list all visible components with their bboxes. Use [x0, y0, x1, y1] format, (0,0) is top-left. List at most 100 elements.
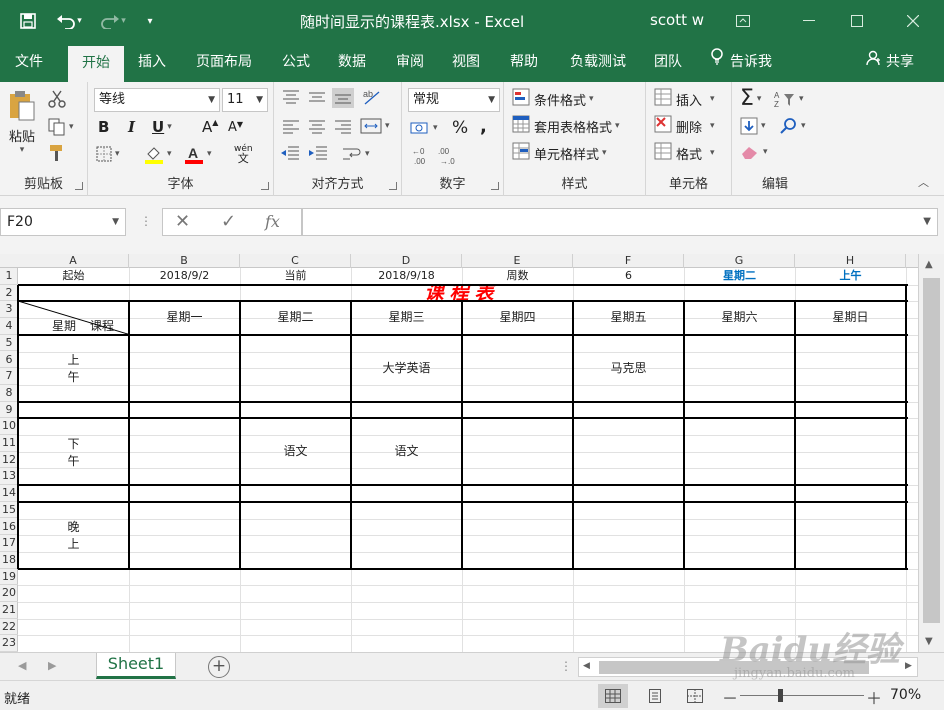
cell-styles-button[interactable]: 单元格样式 ▾	[512, 142, 607, 164]
weekday-header[interactable]: 星期二	[240, 301, 351, 334]
course-cell[interactable]	[795, 335, 906, 402]
schedule-title[interactable]: 课程表	[18, 285, 906, 302]
number-format-select[interactable]: 常规 ▼	[408, 88, 500, 112]
scroll-tabs-left-icon[interactable]: ◀	[18, 659, 26, 672]
scroll-left-icon[interactable]: ◀	[583, 661, 590, 671]
customize-quick-access-icon[interactable]: ▾	[142, 9, 158, 33]
format-cells-button[interactable]: 格式 ▾	[654, 142, 715, 164]
close-icon[interactable]	[898, 6, 928, 36]
column-header[interactable]: E	[462, 254, 573, 268]
row-header[interactable]: 14	[0, 485, 18, 502]
course-cell[interactable]	[684, 335, 795, 402]
row-header[interactable]: 12	[0, 452, 18, 469]
bold-button[interactable]: B	[98, 118, 109, 136]
cell-e1[interactable]: 周数	[462, 268, 573, 285]
row-header[interactable]: 21	[0, 602, 18, 619]
zoom-level[interactable]: 70%	[890, 687, 921, 703]
cancel-icon[interactable]: ✕	[175, 211, 190, 232]
wrap-text-icon[interactable]: ▾	[342, 146, 370, 162]
course-cell[interactable]	[462, 418, 573, 485]
tab-review[interactable]: 审阅	[386, 42, 434, 82]
course-cell[interactable]	[795, 418, 906, 485]
row-header[interactable]: 5	[0, 335, 18, 352]
course-cell[interactable]	[462, 335, 573, 402]
fill-color-icon[interactable]: ▾	[144, 144, 172, 164]
percent-style-button[interactable]: %	[452, 118, 468, 138]
text-orientation-icon[interactable]: ab	[362, 88, 382, 106]
tab-file[interactable]: 文件	[4, 42, 54, 82]
weekday-header[interactable]: 星期五	[573, 301, 684, 334]
align-left-icon[interactable]	[282, 120, 300, 134]
tab-help[interactable]: 帮助	[500, 42, 548, 82]
clipboard-dialog-launcher[interactable]	[75, 182, 83, 190]
shrink-font-button[interactable]: A ▼	[228, 120, 243, 135]
weekday-header[interactable]: 星期日	[795, 301, 906, 334]
zoom-in-icon[interactable]: ＋	[866, 685, 882, 709]
row-header[interactable]: 18	[0, 552, 18, 569]
scroll-down-icon[interactable]: ▼	[925, 636, 933, 647]
course-cell[interactable]: 马克思	[573, 335, 684, 402]
course-cell[interactable]	[684, 502, 795, 569]
align-right-icon[interactable]	[334, 120, 352, 134]
course-cell[interactable]	[684, 418, 795, 485]
horizontal-scroll-thumb[interactable]	[599, 661, 869, 674]
tab-page-layout[interactable]: 页面布局	[186, 42, 262, 82]
row-header[interactable]: 2	[0, 285, 18, 302]
row-header[interactable]: 15	[0, 502, 18, 519]
column-header[interactable]: H	[795, 254, 906, 268]
share-button[interactable]: 共享	[866, 42, 914, 82]
grow-font-button[interactable]: A ▲	[202, 118, 218, 136]
increase-decimal-icon[interactable]: ←0.00	[412, 146, 434, 166]
row-header[interactable]: 19	[0, 569, 18, 586]
column-header[interactable]: D	[351, 254, 462, 268]
row-header[interactable]: 20	[0, 585, 18, 602]
tab-data[interactable]: 数据	[328, 42, 376, 82]
row-header[interactable]: 22	[0, 619, 18, 636]
maximize-icon[interactable]	[842, 6, 872, 36]
align-middle-icon[interactable]	[308, 90, 326, 106]
ribbon-display-options-icon[interactable]	[728, 6, 758, 36]
redo-icon[interactable]: ▾	[96, 9, 130, 33]
course-cell[interactable]	[240, 502, 351, 569]
column-header[interactable]: F	[573, 254, 684, 268]
corner-header-cell[interactable]: 星期 课程	[18, 301, 129, 335]
cell-a1[interactable]: 起始	[18, 268, 129, 285]
tell-me-box[interactable]: 告诉我	[710, 42, 772, 82]
course-cell[interactable]	[573, 502, 684, 569]
weekday-header[interactable]: 星期四	[462, 301, 573, 334]
new-sheet-icon[interactable]: +	[208, 656, 230, 678]
zoom-slider[interactable]	[740, 695, 864, 696]
tab-formulas[interactable]: 公式	[272, 42, 320, 82]
enter-icon[interactable]: ✓	[221, 211, 236, 232]
cell-g1[interactable]: 星期二	[684, 268, 795, 285]
borders-icon[interactable]: ▾	[96, 146, 120, 162]
insert-cells-button[interactable]: 插入 ▾	[654, 88, 715, 110]
period-label[interactable]: 上午	[18, 335, 129, 402]
course-cell[interactable]	[795, 502, 906, 569]
row-header[interactable]: 1	[0, 268, 18, 285]
scroll-right-icon[interactable]: ▶	[905, 661, 912, 671]
sort-filter-icon[interactable]: A Z ▾	[774, 90, 804, 108]
format-painter-icon[interactable]	[48, 144, 66, 162]
undo-icon[interactable]: ▾	[52, 9, 86, 33]
course-cell[interactable]: 大学英语	[351, 335, 462, 402]
currency-icon[interactable]: ▾	[410, 120, 438, 136]
row-header[interactable]: 4	[0, 318, 18, 335]
period-label[interactable]: 晚上	[18, 502, 129, 569]
row-header[interactable]: 10	[0, 418, 18, 435]
row-header[interactable]: 16	[0, 519, 18, 536]
formula-input[interactable]: ▼	[302, 208, 938, 236]
font-name-select[interactable]: 等线 ▼	[94, 88, 220, 112]
row-header[interactable]: 23	[0, 635, 18, 652]
decrease-decimal-icon[interactable]: .00 →.0	[438, 146, 460, 166]
format-as-table-button[interactable]: 套用表格格式 ▾	[512, 115, 620, 137]
minimize-icon[interactable]	[794, 6, 824, 36]
zoom-slider-thumb[interactable]	[778, 689, 783, 702]
underline-button[interactable]: U ▾	[152, 118, 172, 136]
number-dialog-launcher[interactable]	[491, 182, 499, 190]
column-header[interactable]: C	[240, 254, 351, 268]
name-box[interactable]: F20 ▼	[0, 208, 126, 236]
course-cell[interactable]: 语文	[351, 418, 462, 485]
period-label[interactable]: 下午	[18, 418, 129, 485]
comma-style-button[interactable]: ,	[480, 116, 487, 137]
